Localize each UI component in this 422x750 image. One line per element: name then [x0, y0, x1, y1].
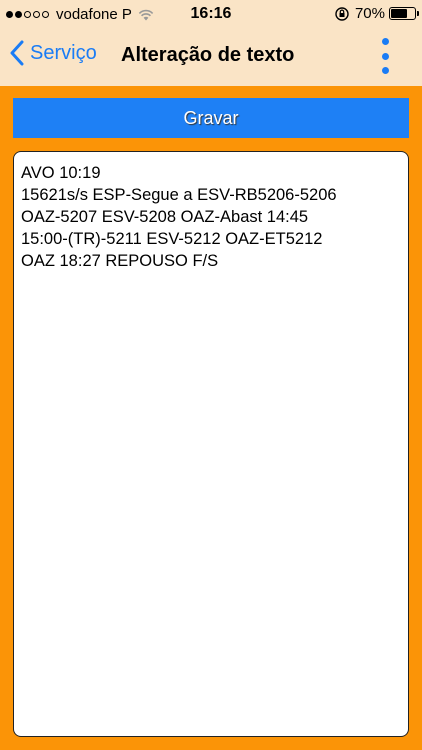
battery-fill	[391, 9, 408, 18]
chevron-left-icon	[10, 40, 24, 66]
back-button[interactable]: Serviço	[10, 40, 97, 66]
rotation-lock-icon	[335, 6, 349, 21]
nav-bar: Serviço Alteração de texto	[0, 28, 422, 86]
more-options-button[interactable]	[378, 38, 392, 74]
page-title: Alteração de texto	[121, 44, 295, 66]
save-button[interactable]: Gravar	[13, 98, 409, 138]
battery-icon	[389, 7, 419, 20]
text-editor[interactable]: AVO 10:19 15621s/s ESP-Segue a ESV-RB520…	[13, 151, 409, 737]
status-bar: vodafone P 16:16 70%	[0, 0, 422, 28]
back-button-label: Serviço	[30, 41, 97, 64]
status-right: 70%	[334, 5, 419, 22]
battery-percent: 70%	[354, 5, 385, 22]
more-vertical-icon	[381, 38, 389, 45]
